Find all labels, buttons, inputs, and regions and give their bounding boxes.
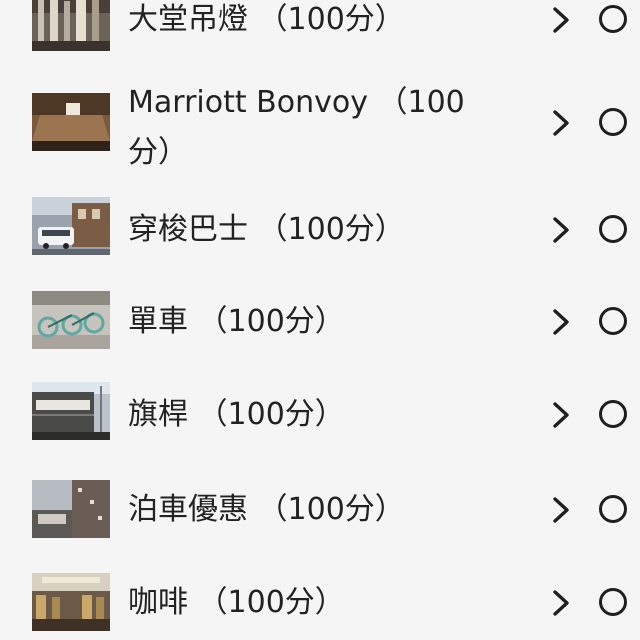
- item-label: 單車 （100分）: [128, 304, 345, 339]
- item-label: 旗桿 （100分）: [128, 397, 345, 432]
- list-item-cafe[interactable]: 咖啡 （100分）: [0, 573, 640, 638]
- item-label-line2: 分）: [128, 135, 188, 170]
- list-item-flagpole[interactable]: 旗桿 （100分）: [0, 382, 640, 450]
- item-label: 穿梭巴士 （100分）: [128, 212, 405, 247]
- lobby-chandelier-thumbnail: [32, 0, 110, 51]
- chevron-right-icon[interactable]: [549, 307, 573, 337]
- list-item-lobby-chandelier[interactable]: 大堂吊燈 （100分）: [0, 0, 640, 55]
- item-label: 泊車優惠 （100分）: [128, 492, 405, 527]
- item-label: 大堂吊燈 （100分）: [128, 2, 405, 37]
- list-item-marriott-bonvoy[interactable]: Marriott Bonvoy （100 分）: [0, 78, 640, 173]
- checklist: 大堂吊燈 （100分） Marriott Bonvoy （100 分） 穿梭巴士…: [0, 0, 640, 640]
- radio-unchecked-icon[interactable]: [599, 5, 627, 33]
- radio-unchecked-icon[interactable]: [599, 307, 627, 335]
- bicycles-thumbnail: [32, 291, 110, 349]
- radio-unchecked-icon[interactable]: [599, 588, 627, 616]
- shuttle-bus-thumbnail: [32, 197, 110, 255]
- parking-thumbnail: [32, 480, 110, 538]
- radio-unchecked-icon[interactable]: [599, 495, 627, 523]
- list-item-parking[interactable]: 泊車優惠 （100分）: [0, 480, 640, 545]
- marriott-bonvoy-thumbnail: [32, 93, 110, 151]
- chevron-right-icon[interactable]: [549, 215, 573, 245]
- chevron-right-icon[interactable]: [549, 108, 573, 138]
- item-label: Marriott Bonvoy （100: [128, 85, 465, 120]
- chevron-right-icon[interactable]: [549, 588, 573, 618]
- flagpole-thumbnail: [32, 382, 110, 440]
- chevron-right-icon[interactable]: [549, 495, 573, 525]
- cafe-thumbnail: [32, 573, 110, 631]
- list-item-bicycles[interactable]: 單車 （100分）: [0, 291, 640, 357]
- radio-unchecked-icon[interactable]: [599, 400, 627, 428]
- item-label: 咖啡 （100分）: [128, 585, 345, 620]
- chevron-right-icon[interactable]: [549, 5, 573, 35]
- list-item-shuttle-bus[interactable]: 穿梭巴士 （100分）: [0, 197, 640, 265]
- radio-unchecked-icon[interactable]: [599, 108, 627, 136]
- radio-unchecked-icon[interactable]: [599, 215, 627, 243]
- chevron-right-icon[interactable]: [549, 400, 573, 430]
